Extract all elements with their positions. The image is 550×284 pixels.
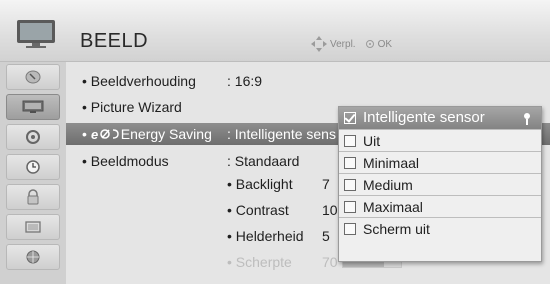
sub-setting-backlight[interactable]: • Backlight — [227, 176, 293, 192]
sub-setting-sharpness-value: 70 — [322, 254, 338, 270]
sub-setting-contrast-value: 10 — [322, 202, 338, 218]
dropdown-option-minimaal[interactable]: Minimaal — [339, 151, 541, 173]
sidebar-item-picture[interactable] — [6, 94, 60, 120]
sub-setting-backlight-value: 7 — [322, 176, 330, 192]
energy-saving-dropdown: Intelligente sensor Uit Minimaal Medium … — [338, 106, 542, 262]
dropdown-option-label: Medium — [363, 177, 413, 193]
arrow-keys-icon — [311, 36, 327, 52]
menu-header: BEELD Verpl. OK — [0, 0, 550, 62]
sidebar-item-options[interactable] — [6, 214, 60, 240]
sensor-pin-icon — [524, 113, 530, 125]
dropdown-option-uit[interactable]: Uit — [339, 129, 541, 151]
sidebar-item-lock[interactable] — [6, 184, 60, 210]
dropdown-selected-option[interactable]: Intelligente sensor — [339, 107, 541, 129]
menu-row-label: • Picture Wizard — [82, 99, 182, 115]
menu-row-value: : 16:9 — [227, 73, 263, 89]
tv-icon — [17, 20, 55, 48]
speaker-icon — [26, 130, 40, 144]
checked-checkbox-icon — [344, 112, 356, 124]
ok-button-icon — [365, 40, 374, 48]
network-icon — [26, 250, 40, 264]
dropdown-selected-label: Intelligente sensor — [363, 109, 485, 126]
menu-row-aspect-ratio[interactable]: • Beeldverhouding : 16:9 — [66, 70, 550, 92]
dropdown-option-medium[interactable]: Medium — [339, 173, 541, 195]
checkbox-icon — [344, 135, 356, 147]
category-sidebar — [0, 62, 66, 284]
eco-icon: e — [91, 127, 119, 142]
options-icon — [25, 221, 41, 233]
dropdown-option-label: Scherm uit — [363, 221, 430, 237]
tv-menu-screen: BEELD Verpl. OK • Beeldverhouding: 16:9… — [0, 0, 550, 284]
sub-setting-brightness-value: 5 — [322, 228, 330, 244]
checkbox-icon — [344, 201, 356, 213]
dropdown-option-scherm-uit[interactable]: Scherm uit — [339, 217, 541, 239]
checkbox-icon — [344, 179, 356, 191]
menu-row-label: • Beeldverhouding — [82, 73, 196, 89]
hint-move-label: Verpl. — [330, 38, 356, 50]
menu-row-label: • e Energy Saving — [82, 126, 212, 142]
satellite-dish-icon — [25, 70, 41, 84]
lock-icon — [27, 189, 39, 205]
svg-text:e: e — [91, 128, 98, 140]
sub-setting-brightness[interactable]: • Helderheid — [227, 228, 304, 244]
page-title: BEELD — [80, 30, 149, 52]
sidebar-item-audio[interactable] — [6, 124, 60, 150]
checkbox-icon — [344, 157, 356, 169]
clock-icon — [26, 160, 40, 174]
sub-setting-contrast[interactable]: • Contrast — [227, 202, 289, 218]
navigation-hint: Verpl. OK — [311, 36, 393, 52]
menu-row-value: : Intelligente sens — [227, 126, 336, 142]
dropdown-option-maximaal[interactable]: Maximaal — [339, 195, 541, 217]
dropdown-option-label: Minimaal — [363, 155, 420, 171]
picture-icon — [22, 100, 44, 113]
sub-setting-sharpness[interactable]: • Scherpte — [227, 254, 292, 270]
menu-row-label: • Beeldmodus — [82, 153, 169, 169]
dropdown-option-label: Maximaal — [363, 199, 423, 215]
sidebar-item-network[interactable] — [6, 244, 60, 270]
sidebar-item-time[interactable] — [6, 154, 60, 180]
sidebar-item-setup[interactable] — [6, 64, 60, 90]
dropdown-option-label: Uit — [363, 133, 381, 149]
menu-row-value: : Standaard — [227, 153, 300, 169]
checkbox-icon — [344, 223, 356, 235]
hint-ok-label: OK — [377, 38, 393, 50]
